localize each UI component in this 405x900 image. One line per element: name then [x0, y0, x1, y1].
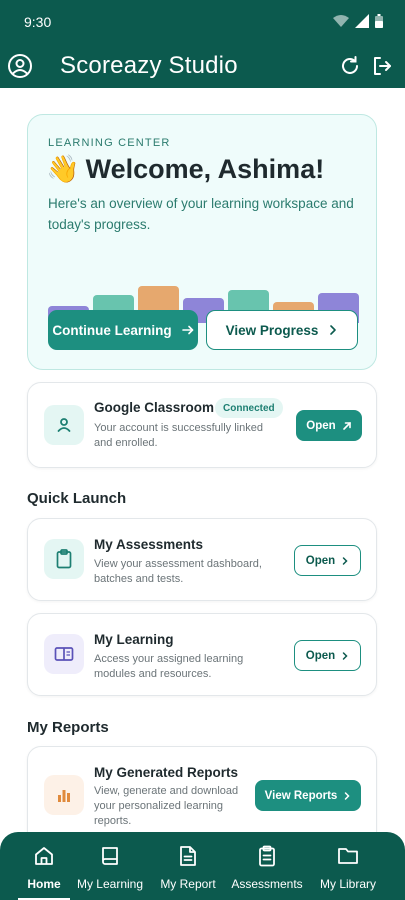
reports-icon-box — [44, 775, 84, 815]
welcome-heading: 👋 Welcome, Ashima! — [46, 153, 324, 185]
person-icon — [57, 418, 71, 432]
welcome-card: LEARNING CENTER 👋 Welcome, Ashima! Here'… — [27, 114, 377, 370]
folder-icon — [338, 848, 358, 864]
nav-assessments[interactable]: Assessments — [229, 832, 305, 900]
nav-assessments-label: Assessments — [231, 877, 303, 891]
assessments-description: View your assessment dashboard, batches … — [94, 558, 262, 585]
google-classroom-card: Google Classroom Connected Your account … — [27, 382, 377, 468]
classroom-title: Google Classroom — [94, 400, 215, 415]
wifi-icon — [333, 15, 349, 27]
learning-icon-box — [44, 634, 84, 674]
classroom-description: Your account is successfully linked and … — [94, 422, 263, 449]
app-title: Scoreazy Studio — [60, 52, 238, 79]
classroom-open-button[interactable]: Open — [296, 410, 362, 441]
bar-chart-icon — [58, 790, 70, 802]
account-button[interactable] — [6, 52, 34, 80]
home-icon — [35, 847, 53, 865]
nav-my-report[interactable]: My Report — [156, 832, 220, 900]
learning-title: My Learning — [94, 632, 174, 647]
assessments-icon-box — [44, 539, 84, 579]
refresh-icon — [342, 56, 358, 74]
reports-description: View, generate and download your persona… — [94, 785, 239, 827]
chevron-right-icon — [345, 791, 350, 800]
welcome-subtitle: Here's an overview of your learning work… — [48, 196, 354, 232]
clipboard-icon — [259, 845, 275, 867]
chevron-right-icon — [342, 651, 348, 660]
my-assessments-card: My Assessments View your assessment dash… — [27, 518, 377, 601]
main-content[interactable]: LEARNING CENTER 👋 Welcome, Ashima! Here'… — [0, 88, 405, 832]
my-learning-card: My Learning Access your assigned learnin… — [27, 613, 377, 696]
logout-icon — [374, 57, 391, 75]
nav-home-label: Home — [27, 877, 61, 891]
book-open-icon — [54, 647, 74, 661]
my-reports-heading: My Reports — [27, 719, 109, 736]
nav-my-report-label: My Report — [160, 877, 216, 891]
learning-description: Access your assigned learning modules an… — [94, 653, 244, 680]
classroom-open-label: Open — [306, 419, 336, 432]
chevron-right-icon — [342, 556, 348, 565]
continue-learning-button[interactable]: Continue Learning — [48, 310, 198, 350]
waving-hand-icon: 👋 — [46, 154, 80, 184]
reports-title: My Generated Reports — [94, 765, 239, 780]
nav-my-learning[interactable]: My Learning — [74, 832, 146, 900]
learning-open-label: Open — [305, 649, 336, 662]
status-bar: 9:30 — [0, 0, 405, 44]
app-bar: Scoreazy Studio — [0, 44, 405, 88]
view-reports-label: View Reports — [264, 789, 338, 802]
view-progress-label: View Progress — [225, 322, 319, 338]
section-eyebrow: LEARNING CENTER — [48, 137, 171, 149]
bottom-navigation: Home My Learning My Report Assessments M… — [0, 832, 405, 900]
external-link-icon — [342, 421, 351, 430]
assessments-open-label: Open — [305, 554, 336, 567]
document-icon — [180, 846, 196, 866]
arrow-right-icon — [181, 325, 193, 335]
view-progress-button[interactable]: View Progress — [206, 310, 358, 350]
signal-icon — [355, 14, 369, 28]
status-time: 9:30 — [24, 14, 52, 30]
classroom-icon-box — [44, 405, 84, 445]
nav-my-library[interactable]: My Library — [316, 832, 380, 900]
logout-button[interactable] — [368, 52, 396, 80]
nav-my-learning-label: My Learning — [76, 877, 144, 891]
assessments-open-button[interactable]: Open — [294, 545, 361, 576]
generated-reports-card: My Generated Reports View, generate and … — [27, 746, 377, 832]
status-icons — [333, 14, 383, 28]
chevron-right-icon — [330, 325, 337, 335]
assessments-title: My Assessments — [94, 537, 204, 552]
nav-home[interactable]: Home — [18, 832, 70, 900]
account-icon — [8, 54, 32, 78]
nav-my-library-label: My Library — [319, 877, 376, 891]
learning-open-button[interactable]: Open — [294, 640, 361, 671]
battery-icon — [375, 14, 383, 28]
continue-learning-label: Continue Learning — [52, 322, 172, 338]
welcome-title: Welcome, Ashima! — [85, 153, 325, 184]
refresh-button[interactable] — [336, 52, 364, 80]
view-reports-button[interactable]: View Reports — [255, 780, 361, 811]
quick-launch-heading: Quick Launch — [27, 490, 127, 507]
status-badge: Connected — [215, 398, 283, 418]
book-icon — [102, 847, 118, 865]
clipboard-icon — [56, 549, 72, 569]
